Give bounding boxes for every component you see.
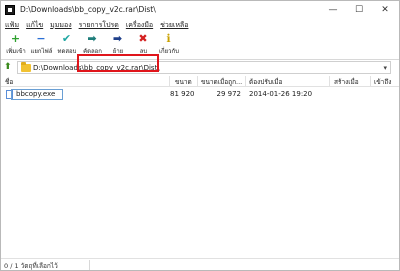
info-button[interactable]: ℹ เกี่ยวกับ	[156, 31, 181, 59]
file-modified: 2014-01-26 19:20	[249, 90, 313, 98]
file-packed-size: 29 972	[216, 90, 242, 98]
column-modified[interactable]: ต้องปรับเมื่อ	[249, 77, 282, 87]
extract-button[interactable]: − แยกไฟล์	[29, 31, 54, 59]
app-logo-icon	[5, 5, 15, 15]
menu-tools[interactable]: เครื่องมือ	[126, 19, 153, 31]
menu-file[interactable]: แฟ้ม	[5, 19, 19, 31]
status-divider	[89, 260, 90, 270]
menu-help[interactable]: ช่วยเหลือ	[160, 19, 188, 31]
status-selection: 0 / 1 วัตถุที่เลือกไว้	[4, 262, 58, 270]
column-name[interactable]: ชื่อ	[5, 77, 13, 87]
add-button[interactable]: + เพิ่มเข้า	[3, 31, 28, 59]
minimize-button[interactable]: —	[319, 1, 347, 19]
title-bar: D:\Downloads\bb_copy_v2c.rar\Dist\ — ☐ ✕	[1, 1, 399, 19]
test-button[interactable]: ✔ ทดสอบ	[54, 31, 79, 59]
minus-icon: −	[36, 32, 46, 45]
menu-favorites[interactable]: รายการโปรด	[79, 19, 119, 31]
maximize-button[interactable]: ☐	[345, 1, 373, 19]
arrow-right-icon: ➡	[112, 32, 123, 45]
column-created[interactable]: สร้างเมื่อ	[334, 77, 359, 87]
menu-bar: แฟ้ม แก้ไข มุมมอง รายการโปรด เครื่องมือ …	[1, 19, 399, 31]
file-size: 81 920	[170, 90, 195, 98]
window-title: D:\Downloads\bb_copy_v2c.rar\Dist\	[20, 5, 156, 14]
menu-edit[interactable]: แก้ไข	[26, 19, 43, 31]
info-icon: ℹ	[166, 32, 171, 45]
toolbar: + เพิ่มเข้า − แยกไฟล์ ✔ ทดสอบ ➡ คัดลอก ➡…	[1, 31, 399, 59]
file-list: bbcopy.exe 81 920 29 972 2014-01-26 19:2…	[1, 88, 399, 256]
column-divider[interactable]	[329, 76, 330, 86]
column-divider[interactable]	[245, 76, 246, 86]
arrow-right-icon: ➡	[87, 32, 97, 45]
column-packed-size[interactable]: ขนาดเมื่อถูก...	[201, 77, 242, 87]
app-window: D:\Downloads\bb_copy_v2c.rar\Dist\ — ☐ ✕…	[0, 0, 400, 271]
focus-outline	[11, 89, 63, 100]
status-bar: 0 / 1 วัตถุที่เลือกไว้	[1, 258, 399, 270]
chevron-down-icon[interactable]: ▾	[383, 64, 387, 72]
folder-icon	[21, 62, 31, 72]
plus-icon: +	[10, 32, 21, 45]
x-icon: ✖	[138, 32, 148, 45]
column-divider[interactable]	[169, 76, 170, 86]
column-size[interactable]: ขนาด	[175, 77, 192, 87]
check-icon: ✔	[61, 32, 72, 45]
menu-view[interactable]: มุมมอง	[50, 19, 71, 31]
close-button[interactable]: ✕	[371, 1, 399, 19]
highlight-annotation	[77, 54, 159, 72]
column-divider[interactable]	[370, 76, 371, 86]
address-input[interactable]: D:\Downloads\bb_copy_v2c.rar\Dist\ ▾	[17, 61, 391, 74]
address-bar: ⬆ D:\Downloads\bb_copy_v2c.rar\Dist\ ▾	[1, 60, 399, 75]
column-accessed[interactable]: เข้าถึง	[374, 77, 391, 87]
column-divider[interactable]	[197, 76, 198, 86]
file-list-header: ชื่อ ขนาด ขนาดเมื่อถูก... ต้องปรับเมื่อ …	[1, 75, 399, 87]
up-folder-icon[interactable]: ⬆	[4, 62, 14, 72]
